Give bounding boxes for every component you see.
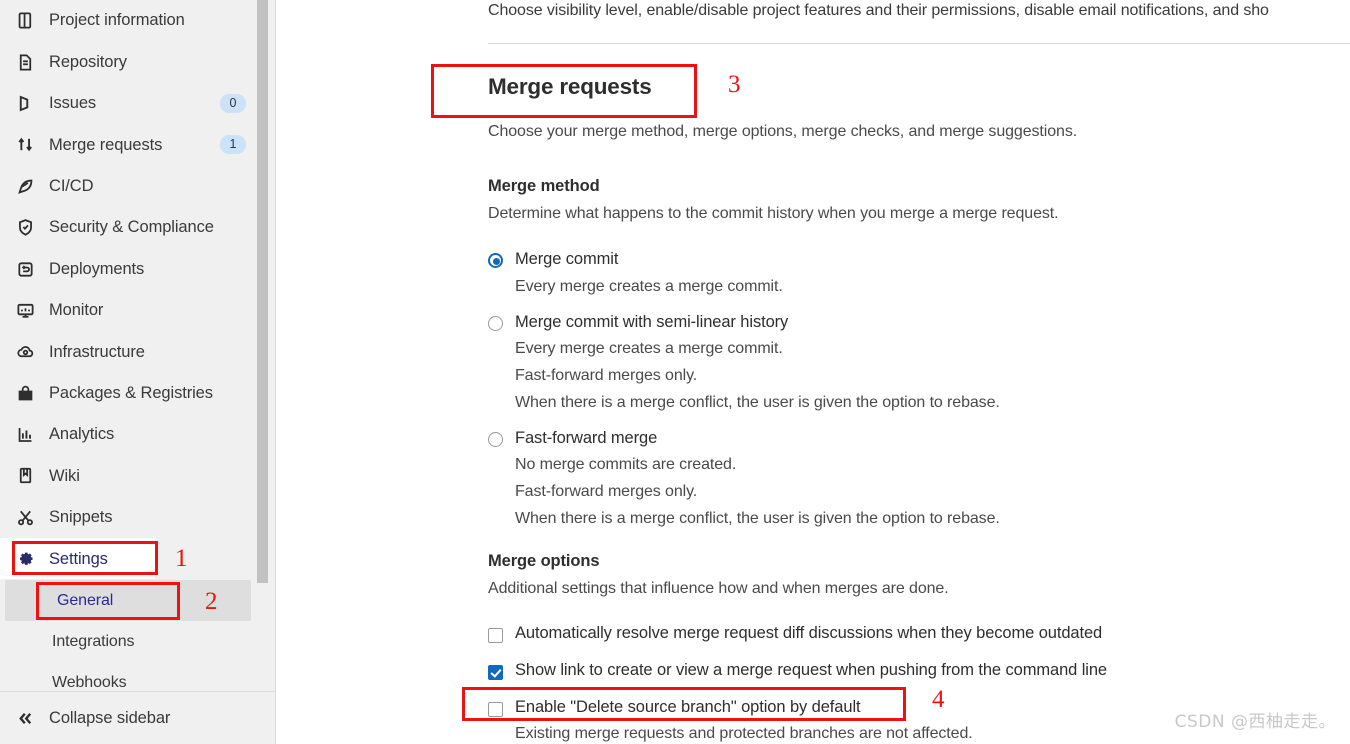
gear-icon xyxy=(14,548,36,570)
sidebar-item-monitor[interactable]: Monitor xyxy=(0,290,256,331)
general-settings-intro: Choose visibility level, enable/disable … xyxy=(488,2,1269,19)
repository-icon xyxy=(14,51,36,73)
sidebar-nav-list: Project information Repository Issues 0 xyxy=(0,0,256,580)
sidebar-scrollbar[interactable] xyxy=(257,0,268,583)
settings-subnav: General Integrations Webhooks xyxy=(0,580,256,703)
radio-fast-forward-merge[interactable]: Fast-forward merge xyxy=(488,428,657,449)
sidebar-item-analytics[interactable]: Analytics xyxy=(0,414,256,455)
sidebar-item-label: Snippets xyxy=(49,508,113,527)
radio-description: Every merge creates a merge commit. xyxy=(515,278,783,295)
analytics-icon xyxy=(14,424,36,446)
csdn-watermark: CSDN @西柚走走。 xyxy=(1174,712,1336,732)
settings-main-panel: Choose visibility level, enable/disable … xyxy=(276,0,1350,744)
packages-icon xyxy=(14,382,36,404)
double-chevron-left-icon xyxy=(14,707,36,729)
checkbox-show-link-command-line[interactable]: Show link to create or view a merge requ… xyxy=(488,661,1107,681)
radio-merge-commit-semi-linear[interactable]: Merge commit with semi-linear history xyxy=(488,312,788,333)
sidebar-item-label: CI/CD xyxy=(49,177,94,195)
checkbox-indicator[interactable] xyxy=(488,702,503,717)
sidebar-item-infrastructure[interactable]: Infrastructure xyxy=(0,331,256,372)
sidebar-item-snippets[interactable]: Snippets xyxy=(0,497,256,538)
sidebar-item-label: Monitor xyxy=(49,301,104,320)
radio-label: Merge commit with semi-linear history xyxy=(515,313,789,331)
sidebar-item-repository[interactable]: Repository xyxy=(0,41,256,82)
sidebar-item-project-information[interactable]: Project information xyxy=(0,0,256,41)
sidebar-item-label: Infrastructure xyxy=(49,342,145,361)
sidebar-item-packages-registries[interactable]: Packages & Registries xyxy=(0,373,256,414)
radio-label: Merge commit xyxy=(515,250,619,268)
sidebar-item-cicd[interactable]: CI/CD xyxy=(0,166,256,207)
radio-merge-commit[interactable]: Merge commit xyxy=(488,249,618,270)
sidebar-item-label: Security & Compliance xyxy=(49,218,214,237)
shield-icon xyxy=(14,217,36,239)
sidebar-item-label: Project information xyxy=(49,11,185,30)
merge-requests-count-badge: 1 xyxy=(220,135,246,155)
deployments-icon xyxy=(14,258,36,280)
collapse-sidebar-button[interactable]: Collapse sidebar xyxy=(0,691,275,744)
monitor-icon xyxy=(14,299,36,321)
checkbox-label: Enable "Delete source branch" option by … xyxy=(515,698,861,716)
sidebar-subitem-general[interactable]: General xyxy=(5,580,251,621)
sidebar-item-wiki[interactable]: Wiki xyxy=(0,455,256,496)
radio-description: Every merge creates a merge commit. xyxy=(515,340,783,357)
merge-requests-section-title: Merge requests xyxy=(488,74,652,99)
merge-requests-section-subtitle: Choose your merge method, merge options,… xyxy=(488,123,1078,140)
sidebar-item-label: Analytics xyxy=(49,425,115,444)
checkbox-enable-delete-source-branch[interactable]: Enable "Delete source branch" option by … xyxy=(488,698,861,718)
screenshot-root: Project information Repository Issues 0 xyxy=(0,0,1350,744)
radio-description: Fast-forward merges only. xyxy=(515,367,698,384)
checkbox-label: Automatically resolve merge request diff… xyxy=(515,624,1103,642)
checkbox-auto-resolve-diff-discussions[interactable]: Automatically resolve merge request diff… xyxy=(488,624,1102,644)
checkbox-indicator[interactable] xyxy=(488,665,503,680)
sidebar-item-label: Deployments xyxy=(49,259,145,278)
collapse-sidebar-label: Collapse sidebar xyxy=(49,708,171,727)
radio-indicator[interactable] xyxy=(488,316,503,331)
radio-label: Fast-forward merge xyxy=(515,429,658,447)
cicd-icon xyxy=(14,175,36,197)
sidebar-item-label: Repository xyxy=(49,52,127,71)
sidebar-item-issues[interactable]: Issues 0 xyxy=(0,83,256,124)
merge-method-title: Merge method xyxy=(488,177,600,195)
sidebar-item-security-compliance[interactable]: Security & Compliance xyxy=(0,207,256,248)
sidebar-item-deployments[interactable]: Deployments xyxy=(0,248,256,289)
sidebar-item-label: Settings xyxy=(49,549,108,568)
radio-indicator[interactable] xyxy=(488,253,503,268)
project-sidebar: Project information Repository Issues 0 xyxy=(0,0,276,744)
checkbox-label: Show link to create or view a merge requ… xyxy=(515,661,1108,679)
sidebar-item-settings[interactable]: Settings xyxy=(0,538,155,580)
section-divider xyxy=(488,43,1350,44)
sidebar-subitem-integrations[interactable]: Integrations xyxy=(0,621,256,662)
snippets-icon xyxy=(14,506,36,528)
sidebar-item-label: Issues xyxy=(49,94,97,113)
infrastructure-icon xyxy=(14,341,36,363)
project-information-icon xyxy=(14,10,36,32)
radio-description: When there is a merge conflict, the user… xyxy=(515,394,1000,411)
issues-icon xyxy=(14,92,36,114)
merge-requests-icon xyxy=(14,134,36,156)
merge-options-title: Merge options xyxy=(488,552,600,570)
issues-count-badge: 0 xyxy=(220,93,246,113)
merge-method-subtitle: Determine what happens to the commit his… xyxy=(488,205,1059,222)
wiki-icon xyxy=(14,465,36,487)
radio-description: No merge commits are created. xyxy=(515,456,737,473)
sidebar-item-merge-requests[interactable]: Merge requests 1 xyxy=(0,124,256,165)
checkbox-description: Existing merge requests and protected br… xyxy=(515,725,973,742)
radio-description: Fast-forward merges only. xyxy=(515,483,698,500)
radio-description: When there is a merge conflict, the user… xyxy=(515,510,1000,527)
sidebar-item-label: Wiki xyxy=(49,466,80,485)
merge-options-subtitle: Additional settings that influence how a… xyxy=(488,580,949,597)
radio-indicator[interactable] xyxy=(488,432,503,447)
sidebar-item-label: Packages & Registries xyxy=(49,383,213,402)
sidebar-item-label: Merge requests xyxy=(49,135,163,154)
checkbox-indicator[interactable] xyxy=(488,628,503,643)
